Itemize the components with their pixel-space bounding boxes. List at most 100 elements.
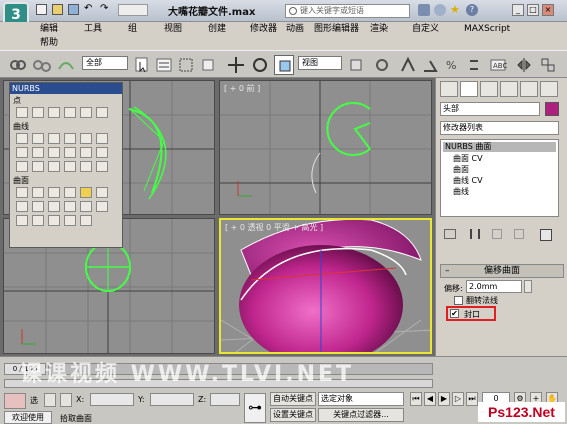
offset-surface-rollout-header[interactable]: – 偏移曲面 — [440, 264, 564, 278]
pin-stack-icon[interactable] — [444, 229, 456, 239]
new-file-icon[interactable] — [36, 4, 47, 15]
menu-customize[interactable]: 自定义 — [412, 23, 439, 35]
reference-coordinate-dropdown[interactable]: 视图 — [298, 56, 342, 70]
perspective-viewport-label[interactable]: [ + 0 透视 0 平滑 + 高光 ] — [225, 222, 323, 233]
search-input[interactable]: 键入关键字或短语 — [285, 4, 410, 18]
vector-projected-curve-icon[interactable] — [32, 161, 44, 172]
select-manipulate-icon[interactable] — [372, 55, 392, 75]
make-unique-icon[interactable] — [492, 229, 502, 239]
go-to-start-icon[interactable]: ⏮ — [410, 392, 422, 406]
lathe-surface-icon[interactable] — [32, 201, 44, 212]
stack-item-surface-cv[interactable]: 曲面 CV — [453, 153, 483, 164]
chamfer-curve-icon[interactable] — [32, 147, 44, 158]
close-button[interactable]: × — [542, 4, 554, 16]
go-to-end-icon[interactable]: ⏭ — [466, 392, 478, 406]
redo-icon[interactable]: ↷ — [100, 3, 108, 14]
next-frame-icon[interactable]: ▷ — [452, 392, 464, 406]
normal-projected-curve-icon[interactable] — [16, 161, 28, 172]
create-tab-icon[interactable] — [440, 81, 458, 97]
cv-curve-icon[interactable] — [16, 133, 28, 144]
point-curve-icon[interactable] — [32, 133, 44, 144]
modifier-list-dropdown[interactable]: 修改器列表 — [440, 121, 559, 135]
multicurve-trimmed-surface-icon[interactable] — [64, 215, 76, 226]
u-loft-surface-icon[interactable] — [80, 201, 92, 212]
fillet-surface-icon[interactable] — [80, 215, 92, 226]
transform-curve-icon[interactable] — [64, 133, 76, 144]
offset-curve-icon[interactable] — [96, 133, 108, 144]
blend-surface-icon[interactable] — [64, 187, 76, 198]
mirror-curve-icon[interactable] — [16, 147, 28, 158]
open-file-icon[interactable] — [52, 4, 63, 15]
cap-surface-icon[interactable] — [64, 201, 76, 212]
communication-icon[interactable] — [418, 4, 430, 16]
key-icon[interactable]: ⊶ — [244, 393, 266, 423]
y-coordinate-field[interactable] — [150, 393, 194, 406]
select-and-scale-icon[interactable] — [274, 55, 294, 75]
multisided-blend-icon[interactable] — [48, 215, 60, 226]
remove-modifier-icon[interactable] — [514, 229, 524, 239]
front-viewport[interactable]: [ + 0 前 ] — [219, 80, 432, 215]
menu-graph-editors[interactable]: 图形编辑器 — [314, 23, 359, 35]
menu-modifiers[interactable]: 修改器 — [250, 23, 277, 35]
menu-rendering[interactable]: 渲染 — [370, 23, 388, 35]
absolute-mode-icon[interactable] — [60, 393, 72, 407]
fit-curve-icon[interactable] — [48, 133, 60, 144]
utilities-tab-icon[interactable] — [540, 81, 558, 97]
show-end-result-icon[interactable] — [470, 229, 480, 239]
surface-curve-point-icon[interactable] — [96, 107, 108, 118]
x-coordinate-field[interactable] — [90, 393, 134, 406]
pivot-point-icon[interactable] — [346, 55, 366, 75]
offset-surface-icon[interactable] — [80, 187, 92, 198]
stack-item-nurbs-surface[interactable]: NURBS 曲面 — [443, 142, 556, 152]
menu-group[interactable]: 组 — [128, 23, 137, 35]
select-object-icon[interactable] — [132, 55, 152, 75]
undo-icon[interactable]: ↶ — [84, 3, 92, 14]
surface-surface-intersection-icon[interactable] — [64, 147, 76, 158]
perspective-viewport[interactable]: [ + 0 透视 0 平滑 + 高光 ] — [219, 218, 432, 354]
select-and-rotate-icon[interactable] — [250, 55, 270, 75]
named-selection-icon[interactable]: ABC — [488, 55, 508, 75]
uv-loft-surface-icon[interactable] — [96, 201, 108, 212]
lock-selection-icon[interactable] — [44, 393, 56, 407]
select-by-name-icon[interactable] — [154, 55, 174, 75]
percent-snap-icon[interactable]: % — [442, 55, 462, 75]
favorites-icon[interactable]: ★ — [450, 4, 462, 16]
modifier-stack[interactable]: NURBS 曲面 曲面 CV 曲面 曲线 CV 曲线 — [440, 139, 559, 217]
object-name-field[interactable]: 头部 — [440, 102, 540, 116]
curve-point-icon[interactable] — [48, 107, 60, 118]
object-color-swatch[interactable] — [545, 102, 559, 116]
menu-views[interactable]: 视图 — [164, 23, 182, 35]
selected-object-dropdown[interactable]: 选定对象 — [318, 392, 404, 406]
z-coordinate-field[interactable] — [210, 393, 240, 406]
menu-create[interactable]: 创建 — [208, 23, 226, 35]
bind-space-warp-icon[interactable] — [56, 55, 76, 75]
two-rail-sweep-icon[interactable] — [32, 215, 44, 226]
front-viewport-label[interactable]: [ + 0 前 ] — [224, 83, 260, 94]
stack-item-curve-cv[interactable]: 曲线 CV — [453, 175, 483, 186]
surface-offset-curve-icon[interactable] — [80, 161, 92, 172]
previous-frame-icon[interactable]: ◀ — [424, 392, 436, 406]
save-file-icon[interactable] — [68, 4, 79, 15]
stack-item-surface[interactable]: 曲面 — [453, 164, 469, 175]
nurbs-toolbox-title[interactable]: NURBS — [10, 83, 122, 94]
motion-tab-icon[interactable] — [500, 81, 518, 97]
window-crossing-icon[interactable] — [198, 55, 218, 75]
ruled-surface-icon[interactable] — [48, 201, 60, 212]
cv-surface-icon[interactable] — [16, 187, 28, 198]
project-folder-icon[interactable] — [118, 4, 148, 16]
cv-curve-on-surface-icon[interactable] — [48, 161, 60, 172]
point-surface-icon[interactable] — [32, 187, 44, 198]
flip-normals-checkbox[interactable] — [454, 296, 463, 305]
blend-curve-icon[interactable] — [80, 133, 92, 144]
rectangular-selection-icon[interactable] — [176, 55, 196, 75]
fillet-curve-icon[interactable] — [48, 147, 60, 158]
menu-edit[interactable]: 编辑 — [40, 23, 58, 35]
menu-tools[interactable]: 工具 — [84, 23, 102, 35]
key-filters-button[interactable]: 关键点过滤器... — [318, 408, 404, 422]
angle-snap-icon[interactable] — [420, 55, 440, 75]
mirror-icon[interactable] — [514, 55, 534, 75]
select-and-link-icon[interactable] — [8, 55, 28, 75]
minimize-button[interactable]: _ — [512, 4, 524, 16]
select-and-move-icon[interactable] — [226, 55, 246, 75]
offset-point-icon[interactable] — [32, 107, 44, 118]
